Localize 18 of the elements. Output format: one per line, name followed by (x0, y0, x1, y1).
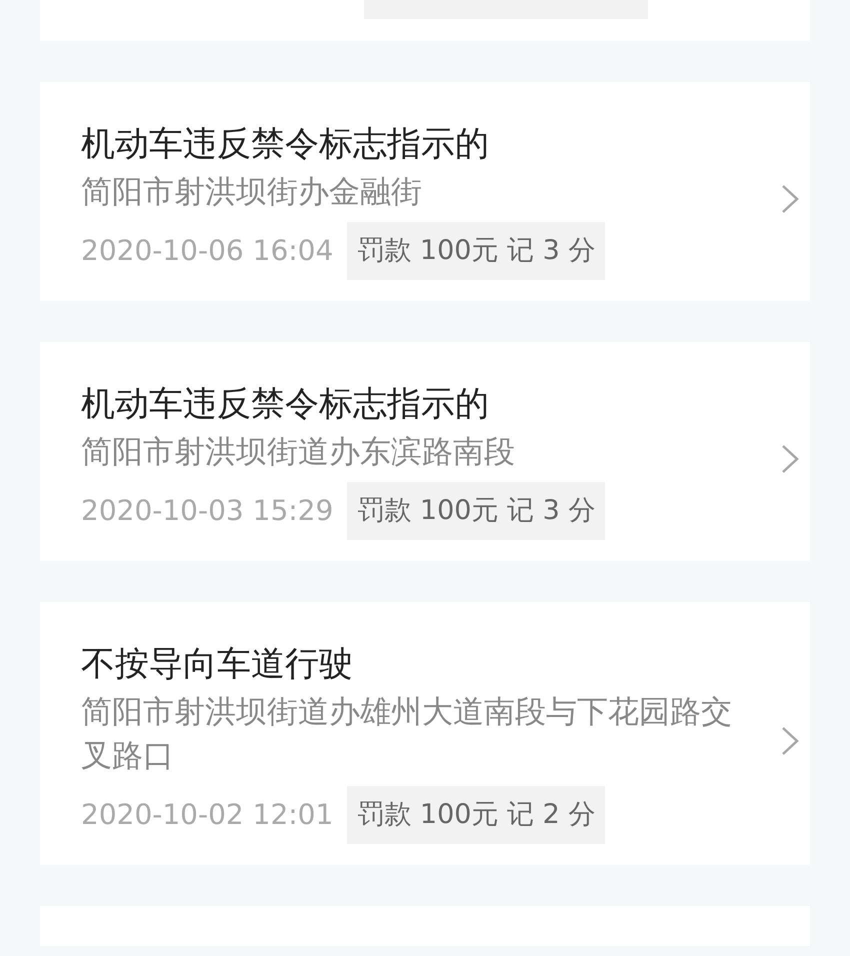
violation-card[interactable]: 机动车违反禁令标志指示的 简阳市射洪坝街办金融街 2020-10-06 16:04 罚款 100元 记 3 分 (40, 82, 810, 301)
penalty-tag: 罚款 100元 记 3 分 (347, 222, 606, 280)
penalty-tag: 罚款 100元 记 3 分 (347, 482, 606, 540)
violation-time: 2020-10-02 12:01 (81, 797, 334, 833)
violation-card[interactable]: 不按导向车道行驶 简阳市射洪坝街道办雄州大道南段与下花园路交叉路口 2020-10-02 12:01 罚款 100元 记 2 分 (40, 602, 810, 865)
violation-time: 2020-10-06 16:04 (81, 233, 334, 269)
violation-title: 不按导向车道行驶 (81, 643, 353, 686)
chevron-right-icon (780, 183, 800, 215)
violation-location: 简阳市射洪坝街道办东滨路南段 (81, 433, 516, 472)
violation-location: 简阳市射洪坝街道办雄州大道南段与下花园路交叉路口 (81, 693, 733, 776)
chevron-right-icon (780, 725, 800, 757)
violation-card[interactable]: 机动车违反禁令标志指示的 简阳市射洪坝街道办东滨路南段 2020-10-03 15:29 罚款 100元 记 3 分 (40, 342, 810, 561)
penalty-tag: 罚款 100元 记 2 分 (347, 786, 606, 844)
violation-location: 简阳市射洪坝街办金融街 (81, 173, 423, 212)
violation-time: 2020-10-03 15:29 (81, 493, 334, 529)
violation-title: 机动车违反禁令标志指示的 (81, 383, 489, 426)
chevron-right-icon (780, 443, 800, 475)
violation-title: 机动车违反禁令标志指示的 (81, 123, 489, 166)
